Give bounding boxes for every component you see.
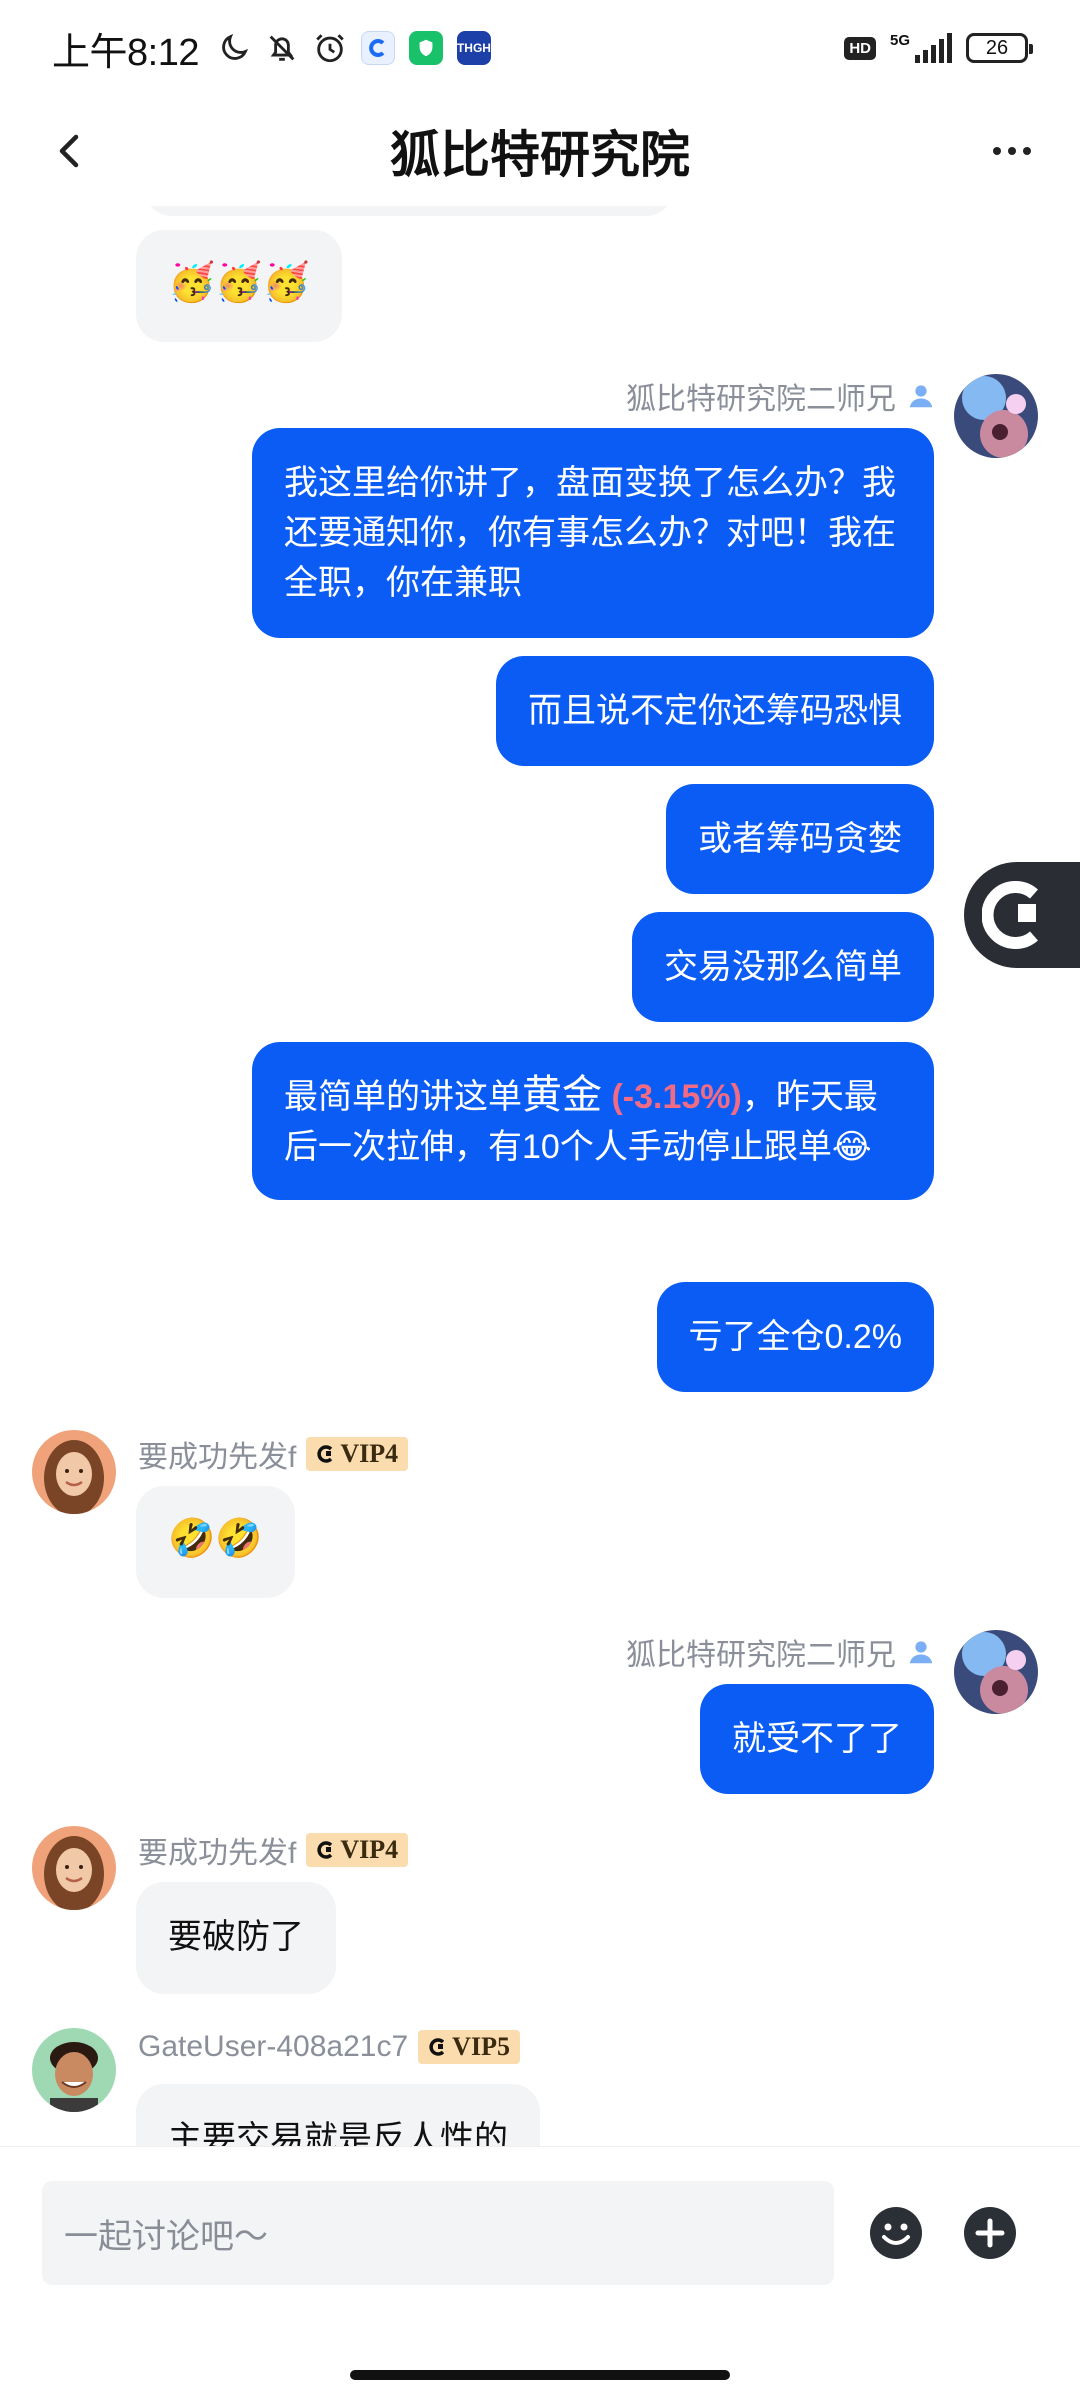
vip-badge: VIP5 xyxy=(418,2030,520,2064)
message-bubble-clipped xyxy=(144,206,674,216)
app-notification-icon-2 xyxy=(408,31,443,65)
top-app-bar: 狐比特研究院 xyxy=(0,96,1080,206)
sender-row: GateUser-408a21c7 VIP5 xyxy=(138,2030,520,2064)
message-bubble-outgoing[interactable]: 交易没那么简单 xyxy=(632,912,934,1022)
message-bubble-incoming[interactable]: 🤣🤣 xyxy=(136,1486,295,1598)
status-right-group: HD 5G 26 xyxy=(844,33,1033,63)
battery-icon: 26 xyxy=(966,33,1033,63)
message-composer: 一起讨论吧～ xyxy=(0,2146,1080,2316)
avatar[interactable] xyxy=(32,2028,116,2112)
sender-row: 要成功先发f VIP4 xyxy=(138,1432,409,1476)
sender-row: 狐比特研究院二师兄 xyxy=(626,1630,936,1674)
moon-icon xyxy=(222,33,248,60)
back-button[interactable] xyxy=(44,126,94,176)
signal-icon: 5G xyxy=(890,33,952,63)
status-notification-icons: THGH xyxy=(217,31,491,65)
gate-logo-icon xyxy=(429,2038,445,2056)
message-bubble-outgoing[interactable]: 最简单的讲这单黄金 (-3.15%)，昨天最后一次拉伸，有10个人手动停止跟单😂 xyxy=(252,1042,934,1200)
sender-name: 狐比特研究院二师兄 xyxy=(626,383,896,416)
attach-button[interactable] xyxy=(962,2205,1018,2261)
message-bubble-outgoing[interactable]: 就受不了了 xyxy=(700,1684,934,1794)
avatar[interactable] xyxy=(32,1430,116,1514)
price-change: (-3.15%) xyxy=(611,1078,742,1116)
smile-icon xyxy=(870,2207,922,2259)
message-input[interactable]: 一起讨论吧～ xyxy=(42,2181,834,2285)
hd-badge: HD xyxy=(844,36,876,60)
plus-circle-icon xyxy=(964,2207,1016,2259)
message-bubble-outgoing[interactable]: 而且说不定你还筹码恐惧 xyxy=(496,656,934,766)
message-bubble-outgoing[interactable]: 亏了全仓0.2% xyxy=(656,1282,934,1392)
message-bubble-outgoing[interactable]: 或者筹码贪婪 xyxy=(666,784,934,894)
message-input-placeholder: 一起讨论吧～ xyxy=(64,2217,268,2256)
message-list[interactable]: 🥳🥳🥳 狐比特研究院二师兄 我这里给你讲了，盘面变换了怎么办？我还要通知你，你有… xyxy=(0,206,1080,2146)
gate-logo-icon xyxy=(317,1445,333,1463)
gate-logo-icon xyxy=(317,1841,333,1859)
more-dot xyxy=(1008,147,1016,155)
app-notification-icon-3: THGH xyxy=(456,31,491,65)
battery-level: 26 xyxy=(985,36,1009,59)
chat-screen: 上午8:12 THGH HD 5G 26 狐比特研究院 🥳🥳🥳 狐比特研究院二师… xyxy=(0,0,1080,2400)
asset-name[interactable]: 黄金 xyxy=(522,1073,602,1117)
avatar[interactable] xyxy=(32,1826,116,1910)
alarm-clock-icon xyxy=(316,34,344,63)
bell-off-icon xyxy=(269,35,295,61)
avatar[interactable] xyxy=(954,374,1038,458)
user-icon xyxy=(906,381,936,411)
sender-row: 要成功先发f VIP4 xyxy=(138,1828,409,1872)
floating-assistant-button[interactable] xyxy=(964,862,1080,968)
emoji-button[interactable] xyxy=(868,2205,924,2261)
sender-name: 要成功先发f xyxy=(138,1837,297,1870)
more-dot xyxy=(993,147,1001,155)
status-bar: 上午8:12 THGH HD 5G 26 xyxy=(0,0,1080,96)
more-options-button[interactable] xyxy=(982,126,1042,176)
app-notification-icon-1 xyxy=(360,31,395,65)
home-indicator[interactable] xyxy=(350,2370,730,2380)
chevron-left-icon xyxy=(59,134,79,168)
vip-badge: VIP4 xyxy=(306,1437,409,1471)
network-type: 5G xyxy=(889,32,910,49)
vip-badge: VIP4 xyxy=(306,1833,409,1867)
sender-name: 狐比特研究院二师兄 xyxy=(626,1639,896,1672)
message-bubble-outgoing[interactable]: 我这里给你讲了，盘面变换了怎么办？我还要通知你，你有事怎么办？对吧！我在全职，你… xyxy=(252,428,934,638)
status-time: 上午8:12 xyxy=(52,31,199,74)
page-title: 狐比特研究院 xyxy=(390,127,690,183)
sender-row: 狐比特研究院二师兄 xyxy=(626,374,936,418)
message-bubble-incoming[interactable]: 主要交易就是反人性的 xyxy=(136,2084,540,2146)
more-dot xyxy=(1023,147,1031,155)
sender-name: 要成功先发f xyxy=(138,1441,297,1474)
message-bubble-incoming[interactable]: 要破防了 xyxy=(136,1882,336,1994)
message-bubble-incoming[interactable]: 🥳🥳🥳 xyxy=(136,230,342,342)
gate-logo-icon xyxy=(982,881,1038,949)
sender-name: GateUser-408a21c7 xyxy=(138,2030,409,2063)
user-icon xyxy=(906,1637,936,1667)
avatar[interactable] xyxy=(954,1630,1038,1714)
